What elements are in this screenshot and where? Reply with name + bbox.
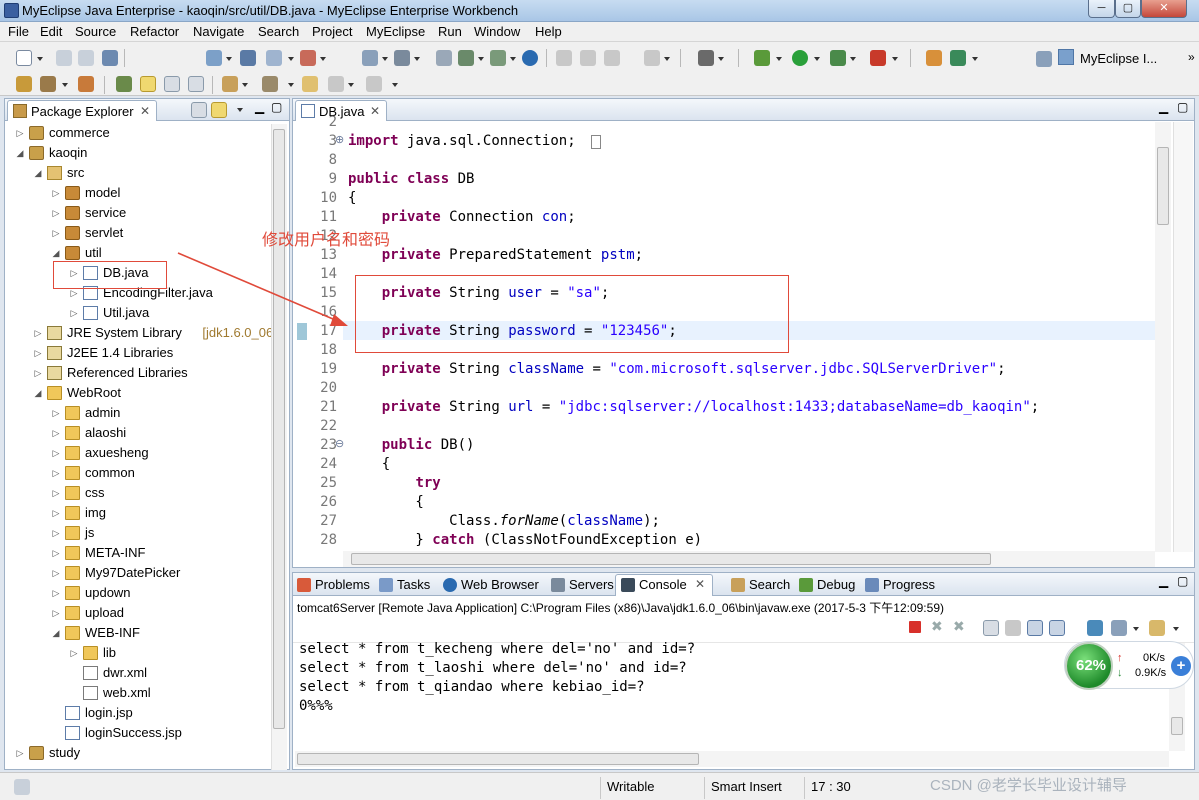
console-output-line: select * from t_qiandao where kebiao_id=… [299, 679, 645, 695]
minimize-console-icon[interactable]: ▁ [1159, 574, 1168, 588]
fast-view-icon[interactable] [14, 779, 30, 795]
tab-label: Console [639, 577, 687, 592]
console-description: tomcat6Server [Remote Java Application] … [297, 601, 944, 615]
download-speed: 0.9K/s [1135, 667, 1167, 679]
console-toolbar: ✖ ✖ [293, 615, 1194, 643]
console-output-line: select * from t_laoshi where del='no' an… [299, 660, 687, 676]
display-console-dropdown-icon[interactable] [1133, 627, 1139, 631]
clear-console-icon[interactable] [983, 620, 999, 636]
tab-label: Tasks [397, 577, 431, 592]
console-output-line: 0%%% [299, 698, 333, 714]
annotation-arrow [177, 252, 341, 323]
debug-icon [799, 578, 813, 592]
download-arrow-icon: ↓ [1117, 667, 1123, 679]
maximize-console-icon[interactable]: ▢ [1177, 574, 1188, 588]
problems-icon [297, 578, 311, 592]
upload-speed: 0K/s [1143, 652, 1166, 664]
console-horizontal-scrollbar-thumb[interactable] [297, 753, 699, 765]
annotation-arrowhead [330, 314, 348, 326]
scroll-lock-icon[interactable] [1005, 620, 1021, 636]
progress-icon [865, 578, 879, 592]
show-on-stdout-icon[interactable] [1027, 620, 1043, 636]
tasks-icon [379, 578, 393, 592]
insert-mode-status: Smart Insert [704, 777, 804, 799]
display-console-icon[interactable] [1111, 620, 1127, 636]
open-console-icon[interactable] [1149, 620, 1165, 636]
console-tabbar: Problems Tasks Web Browser Servers Conso… [293, 573, 1194, 596]
console-view: Problems Tasks Web Browser Servers Conso… [292, 572, 1195, 770]
upload-arrow-icon: ↑ [1117, 652, 1123, 664]
globe-icon [443, 578, 457, 592]
tab-label: Servers [569, 577, 614, 592]
tab-label: Debug [817, 577, 856, 592]
remove-all-icon[interactable]: ✖ [953, 618, 965, 635]
usage-percent: 62% [1075, 657, 1107, 674]
network-speed-widget[interactable]: 62% ↑ 0K/s ↓ 0.9K/s + [1064, 641, 1194, 690]
pin-console-icon[interactable] [1087, 620, 1103, 636]
servers-icon [551, 578, 565, 592]
remove-launch-icon[interactable]: ✖ [931, 618, 943, 635]
show-on-stderr-icon[interactable] [1049, 620, 1065, 636]
search-icon [731, 578, 745, 592]
tab-label: Problems [315, 577, 370, 592]
add-icon[interactable]: + [1171, 656, 1191, 676]
terminate-icon[interactable] [909, 621, 921, 633]
tab-label: Web Browser [461, 577, 539, 592]
watermark: CSDN @老学长毕业设计辅导 [930, 777, 1127, 794]
writable-status: Writable [600, 777, 704, 799]
console-output-line: select * from t_kecheng where del='no' a… [299, 641, 696, 657]
open-console-dropdown-icon[interactable] [1173, 627, 1179, 631]
console-scrollbar-thumb[interactable] [1171, 717, 1183, 735]
tab-label: Search [749, 577, 791, 592]
close-icon[interactable]: ✕ [695, 577, 705, 591]
tab-label: Progress [883, 577, 936, 592]
cursor-position: 17 : 30 [804, 777, 904, 799]
usage-gauge: 62% [1065, 642, 1113, 690]
console-icon [621, 578, 635, 592]
